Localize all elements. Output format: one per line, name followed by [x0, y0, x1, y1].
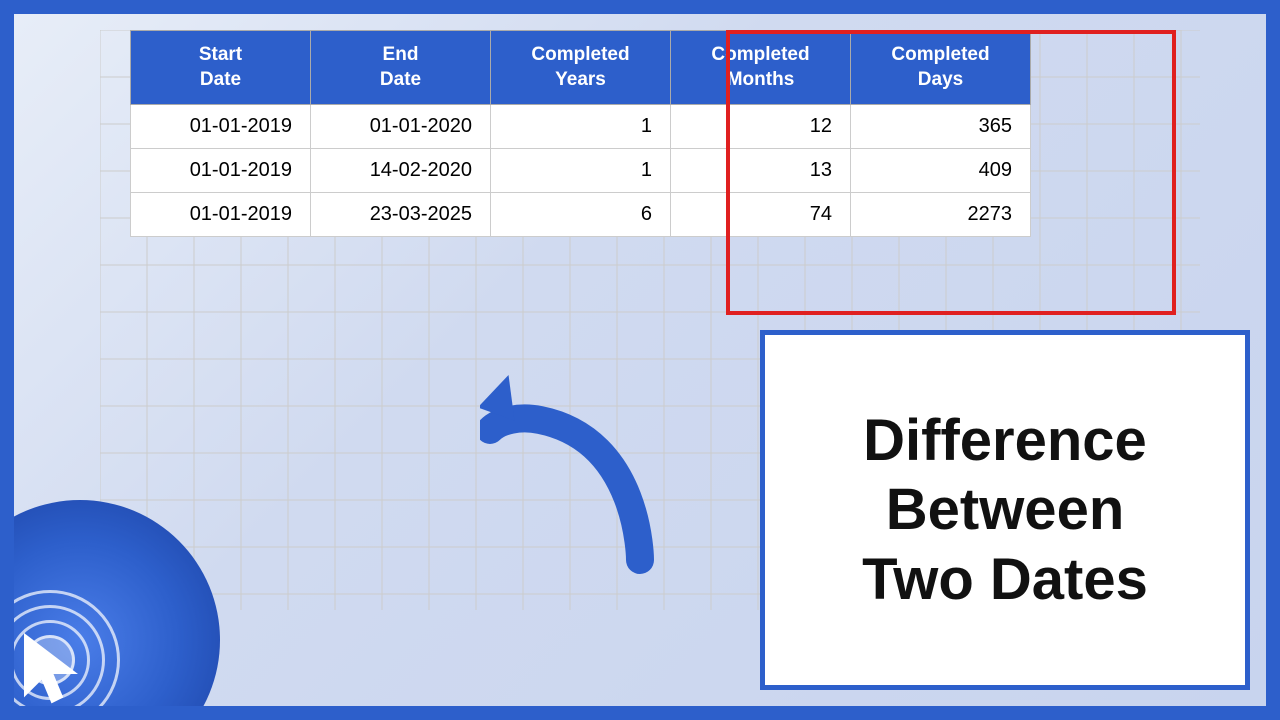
info-text: Difference Between Two Dates: [852, 396, 1158, 625]
cell-months-2: 13: [671, 149, 851, 193]
cell-days-2: 409: [851, 149, 1031, 193]
spreadsheet-wrapper: StartDate EndDate CompletedYears Complet…: [130, 30, 1031, 237]
cell-months-1: 12: [671, 105, 851, 149]
arrow-icon: [480, 360, 700, 580]
cell-years-1: 1: [491, 105, 671, 149]
info-line3: Two Dates: [862, 547, 1148, 612]
cell-days-1: 365: [851, 105, 1031, 149]
cursor-icon: [20, 630, 90, 710]
cell-end-date-1: 01-01-2020: [311, 105, 491, 149]
table-row: 01-01-2019 23-03-2025 6 74 2273: [131, 193, 1031, 237]
data-table: StartDate EndDate CompletedYears Complet…: [130, 30, 1031, 237]
cell-years-3: 6: [491, 193, 671, 237]
cell-years-2: 1: [491, 149, 671, 193]
info-box: Difference Between Two Dates: [760, 330, 1250, 690]
main-container: StartDate EndDate CompletedYears Complet…: [0, 0, 1280, 720]
arrow-container: [480, 360, 700, 585]
info-line2: Between: [886, 477, 1125, 542]
header-completed-months: CompletedMonths: [671, 31, 851, 105]
cell-end-date-3: 23-03-2025: [311, 193, 491, 237]
table-row: 01-01-2019 14-02-2020 1 13 409: [131, 149, 1031, 193]
cell-end-date-2: 14-02-2020: [311, 149, 491, 193]
header-completed-days: CompletedDays: [851, 31, 1031, 105]
header-completed-years: CompletedYears: [491, 31, 671, 105]
header-start-date: StartDate: [131, 31, 311, 105]
cell-start-date-1: 01-01-2019: [131, 105, 311, 149]
cell-start-date-2: 01-01-2019: [131, 149, 311, 193]
table-row: 01-01-2019 01-01-2020 1 12 365: [131, 105, 1031, 149]
header-end-date: EndDate: [311, 31, 491, 105]
cell-start-date-3: 01-01-2019: [131, 193, 311, 237]
info-line1: Difference: [863, 408, 1147, 473]
cell-days-3: 2273: [851, 193, 1031, 237]
cell-months-3: 74: [671, 193, 851, 237]
